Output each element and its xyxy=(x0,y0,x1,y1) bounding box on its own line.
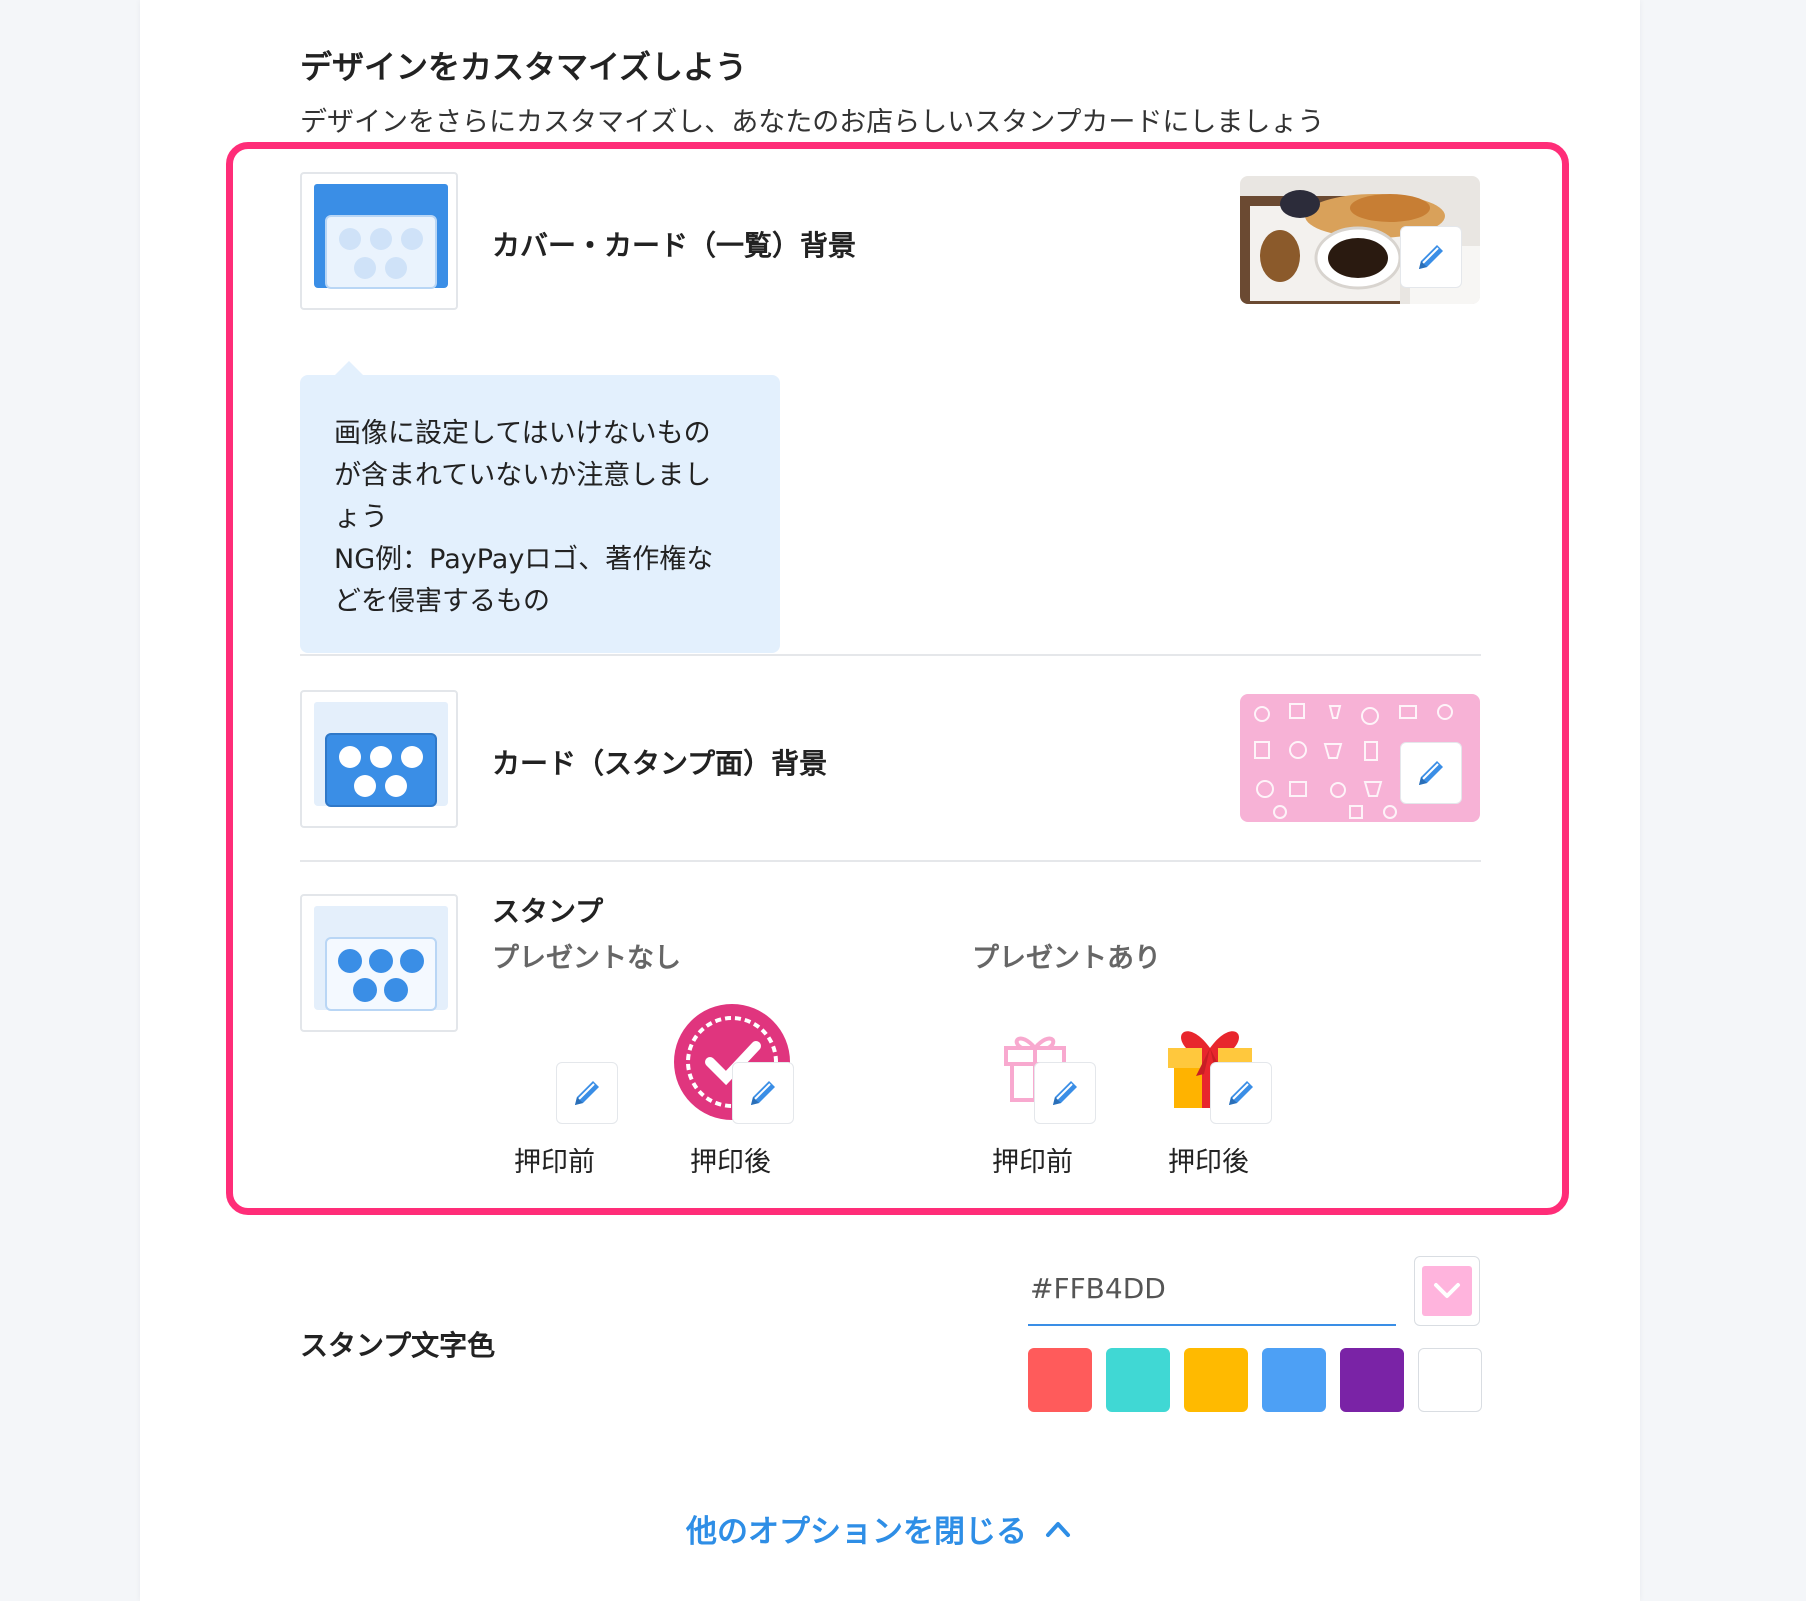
pencil-icon xyxy=(575,1081,599,1105)
pencil-icon xyxy=(751,1081,775,1105)
stamp-after-caption: 押印後 xyxy=(690,1147,771,1178)
pencil-icon xyxy=(1229,1081,1253,1105)
color-swatch-yellow[interactable] xyxy=(1184,1348,1248,1412)
close-options-label: 他のオプションを閉じる xyxy=(686,1514,1027,1550)
present-after-caption: 押印後 xyxy=(1168,1147,1249,1178)
with-present-label: プレゼントあり xyxy=(972,943,1161,974)
section-subtitle: デザインをさらにカスタマイズし、あなたのお店らしいスタンプカードにしましょう xyxy=(300,107,1325,138)
current-color-swatch xyxy=(1422,1266,1472,1316)
color-swatch-purple[interactable] xyxy=(1340,1348,1404,1412)
stamp-before-caption: 押印前 xyxy=(514,1147,595,1178)
divider xyxy=(300,654,1481,656)
section-title: デザインをカスタマイズしよう xyxy=(300,48,748,86)
pencil-icon xyxy=(1419,761,1443,785)
tooltip-line: 画像に設定してはいけないもの xyxy=(334,418,711,449)
color-swatch-white[interactable] xyxy=(1418,1348,1482,1412)
card-list-icon xyxy=(300,172,458,310)
stamp-face-icon xyxy=(300,690,458,828)
divider xyxy=(300,860,1481,862)
stamp-label: スタンプ xyxy=(492,895,604,928)
edit-present-before-button[interactable] xyxy=(1034,1062,1096,1124)
stamp-text-color-label: スタンプ文字色 xyxy=(300,1329,496,1362)
edit-cover-button[interactable] xyxy=(1400,226,1462,288)
pencil-icon xyxy=(1419,245,1443,269)
edit-stamp-before-button[interactable] xyxy=(556,1062,618,1124)
chevron-down-icon xyxy=(1434,1283,1460,1298)
tooltip-line: どを侵害するもの xyxy=(334,586,550,617)
edit-stamp-after-button[interactable] xyxy=(732,1062,794,1124)
stamp-icon xyxy=(300,894,458,1032)
color-hex-input[interactable]: #FFB4DD xyxy=(1028,1258,1396,1326)
pencil-icon xyxy=(1053,1081,1077,1105)
tooltip-line: ょう xyxy=(334,502,388,533)
tooltip-arrow xyxy=(335,361,363,375)
color-swatch-teal[interactable] xyxy=(1106,1348,1170,1412)
present-before-caption: 押印前 xyxy=(992,1147,1073,1178)
tooltip-line: NG例：PayPayロゴ、著作権な xyxy=(334,544,714,575)
color-swatch-blue[interactable] xyxy=(1262,1348,1326,1412)
close-options-link[interactable]: 他のオプションを閉じる xyxy=(686,1506,1071,1551)
image-warning-tooltip: 画像に設定してはいけないもの が含まれていないか注意しまし ょう NG例：Pay… xyxy=(300,375,780,653)
stamp-face-background-label: カード（スタンプ面）背景 xyxy=(492,747,828,780)
chevron-up-icon xyxy=(1046,1521,1070,1537)
edit-stamp-face-button[interactable] xyxy=(1400,742,1462,804)
tooltip-line: が含まれていないか注意しまし xyxy=(334,460,712,491)
cover-background-label: カバー・カード（一覧）背景 xyxy=(492,229,857,262)
edit-present-after-button[interactable] xyxy=(1210,1062,1272,1124)
color-swatch-red[interactable] xyxy=(1028,1348,1092,1412)
color-picker-dropdown[interactable] xyxy=(1414,1256,1480,1326)
no-present-label: プレゼントなし xyxy=(492,943,681,974)
